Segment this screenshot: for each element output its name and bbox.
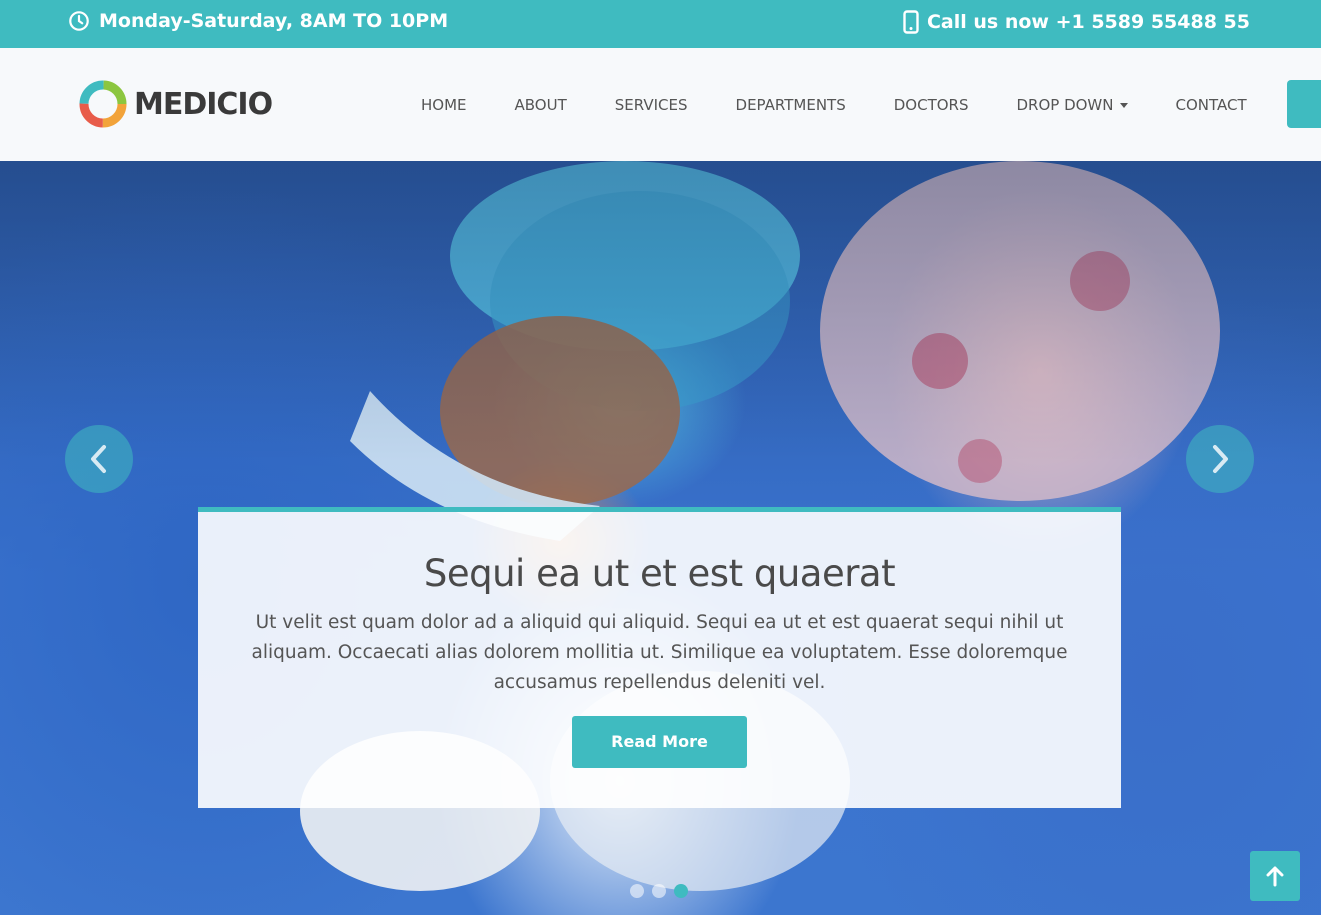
read-more-button[interactable]: Read More <box>572 716 747 768</box>
carousel-indicator-3[interactable] <box>674 884 688 898</box>
slide-title: Sequi ea ut et est quaerat <box>423 552 896 595</box>
main-nav: HOME ABOUT SERVICES DEPARTMENTS DOCTORS … <box>397 48 1271 161</box>
carousel-prev-button[interactable] <box>65 425 133 493</box>
top-bar: Monday-Saturday, 8AM TO 10PM Call us now… <box>0 0 1321 48</box>
chevron-right-icon <box>1213 445 1228 473</box>
carousel-indicator-1[interactable] <box>630 884 644 898</box>
nav-contact[interactable]: CONTACT <box>1152 96 1271 114</box>
logo[interactable]: MEDICIO <box>78 79 273 129</box>
nav-doctors[interactable]: DOCTORS <box>870 96 993 114</box>
site-header: MEDICIO HOME ABOUT SERVICES DEPARTMENTS … <box>0 48 1321 161</box>
carousel-next-button[interactable] <box>1186 425 1254 493</box>
clock-icon <box>68 10 90 32</box>
opening-hours: Monday-Saturday, 8AM TO 10PM <box>68 10 448 32</box>
nav-drop-down[interactable]: DROP DOWN <box>992 96 1151 114</box>
back-to-top-button[interactable] <box>1250 851 1300 901</box>
chevron-left-icon <box>91 445 106 473</box>
nav-home[interactable]: HOME <box>397 96 491 114</box>
logo-text: MEDICIO <box>134 86 273 122</box>
logo-ring-icon <box>79 80 127 128</box>
phone-contact[interactable]: Call us now +1 5589 55488 55 <box>903 10 1250 34</box>
slide-text: Ut velit est quam dolor ad a aliquid qui… <box>251 612 1068 693</box>
phone-icon <box>903 10 919 34</box>
carousel-indicator-2[interactable] <box>652 884 666 898</box>
nav-services[interactable]: SERVICES <box>591 96 712 114</box>
carousel-indicators <box>630 884 688 898</box>
nav-departments[interactable]: DEPARTMENTS <box>712 96 870 114</box>
appointment-button[interactable] <box>1287 80 1321 128</box>
nav-about[interactable]: ABOUT <box>491 96 591 114</box>
opening-hours-text: Monday-Saturday, 8AM TO 10PM <box>99 10 449 32</box>
slide-caption: Sequi ea ut et est quaerat Ut velit est … <box>198 507 1121 808</box>
arrow-up-icon <box>1266 866 1284 887</box>
caret-down-icon <box>1119 102 1128 108</box>
hero-carousel: Sequi ea ut et est quaerat Ut velit est … <box>0 161 1321 915</box>
phone-text[interactable]: Call us now +1 5589 55488 55 <box>927 11 1250 33</box>
